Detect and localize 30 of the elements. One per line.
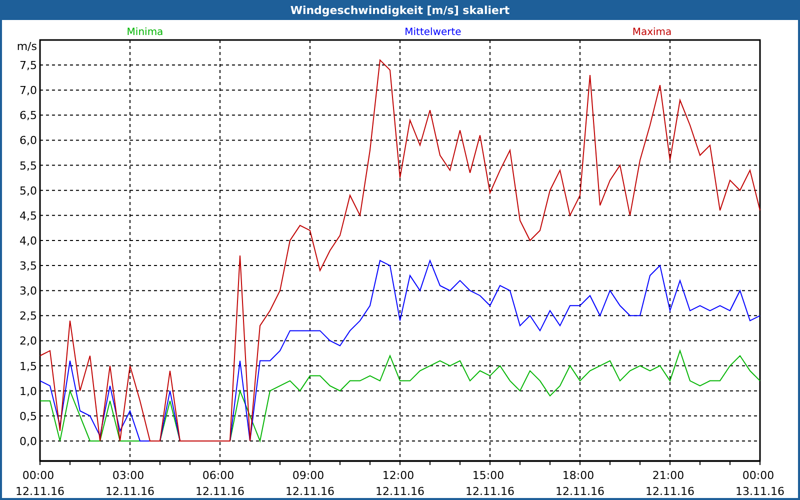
legend-label: Mittelwerte xyxy=(404,27,462,38)
legend-label: Minima xyxy=(126,27,164,38)
x-tick-label: 12:00 12.11.16 xyxy=(376,469,424,498)
y-tick-label: 1,0 xyxy=(20,384,37,398)
y-tick-label: 6,5 xyxy=(20,109,37,122)
y-tick-label: 2,5 xyxy=(20,310,37,323)
y-tick-label: 7,5 xyxy=(20,59,37,72)
y-tick-label: 0,0 xyxy=(20,434,37,448)
y-tick-label: 5,5 xyxy=(20,159,37,172)
y-tick-label: 5,0 xyxy=(20,184,37,198)
x-tick-label: 15:00 12.11.16 xyxy=(466,469,514,498)
x-tick-label: 09:00 12.11.16 xyxy=(286,469,334,498)
x-tick-label: 21:00 12.11.16 xyxy=(646,469,694,498)
y-axis-label: m/s xyxy=(16,40,37,53)
y-tick-label: 0,5 xyxy=(20,410,37,423)
y-tick-label: 4,0 xyxy=(20,234,37,248)
y-tick-label: 3,5 xyxy=(20,260,37,273)
x-tick-label: 00:00 13.11.16 xyxy=(736,469,784,498)
x-tick-label: 06:00 12.11.16 xyxy=(196,469,244,498)
x-tick-label: 03:00 12.11.16 xyxy=(106,469,154,498)
y-tick-label: 2,0 xyxy=(20,334,37,348)
window-title: Windgeschwindigkeit [m/s] skaliert xyxy=(289,2,511,18)
y-tick-label: 6,0 xyxy=(20,134,37,148)
y-tick-label: 1,5 xyxy=(20,360,37,373)
y-tick-label: 4,5 xyxy=(20,209,37,222)
x-tick-label: 18:00 12.11.16 xyxy=(556,469,604,498)
y-tick-label: 3,0 xyxy=(20,284,37,298)
legend-label: Maxima xyxy=(632,27,672,38)
x-tick-label: 00:00 12.11.16 xyxy=(16,469,64,498)
y-tick-label: 7,0 xyxy=(20,84,37,98)
